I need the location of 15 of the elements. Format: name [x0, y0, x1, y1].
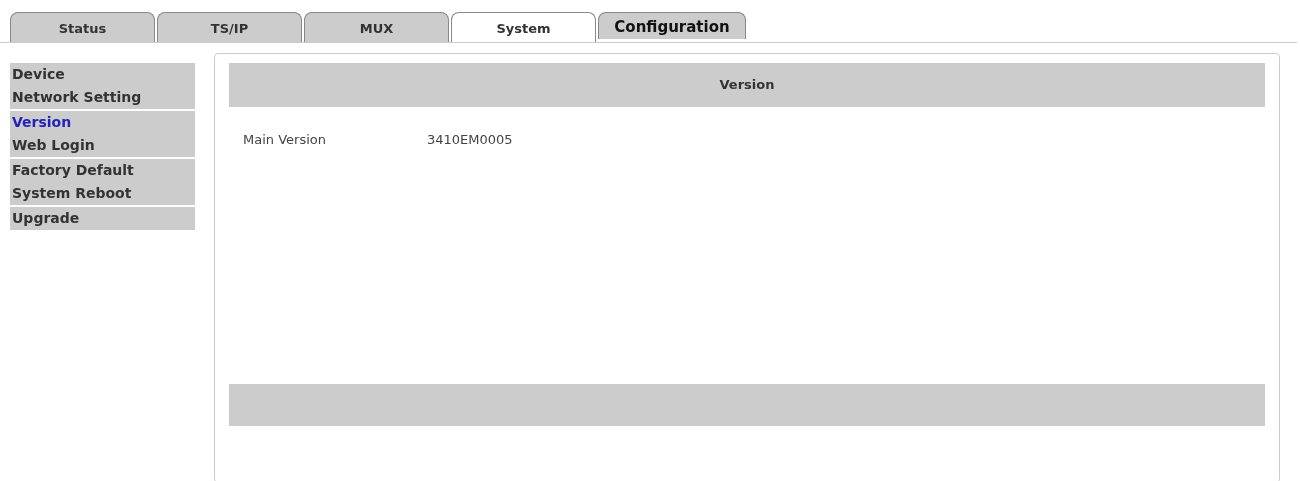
tab[interactable]: Status: [10, 12, 155, 42]
section-header: Version: [229, 63, 1265, 107]
tab[interactable]: TS/IP: [157, 12, 302, 42]
tab[interactable]: System: [451, 12, 596, 42]
sidebar-item[interactable]: Upgrade: [10, 207, 195, 230]
tab[interactable]: MUX: [304, 12, 449, 42]
sidebar-item[interactable]: Version: [10, 111, 195, 134]
field-label: Main Version: [243, 131, 327, 149]
sidebar-item[interactable]: Factory Default: [10, 159, 195, 182]
sidebar-item[interactable]: Network Setting: [10, 86, 195, 109]
sidebar-item[interactable]: Device: [10, 63, 195, 86]
field-value: 3410EM0005: [427, 131, 513, 149]
tab[interactable]: Configuration: [598, 12, 746, 39]
sidebar-item[interactable]: Web Login: [10, 134, 195, 157]
sidebar-item[interactable]: System Reboot: [10, 182, 195, 205]
